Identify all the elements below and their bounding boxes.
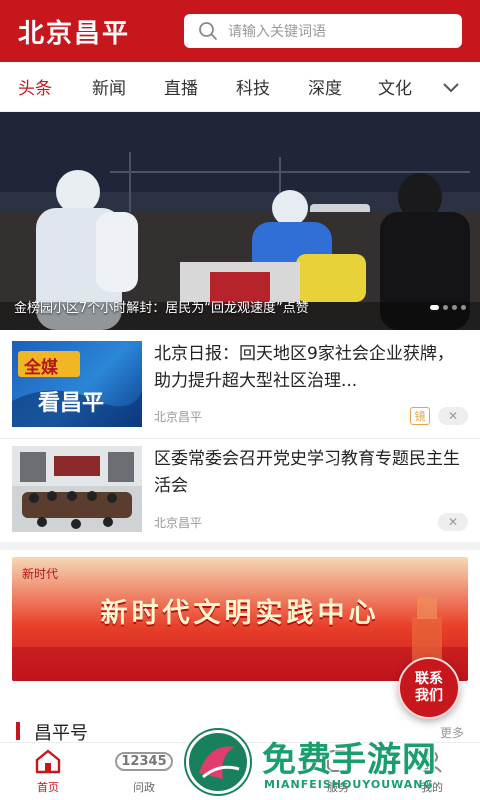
news-item[interactable]: 全媒 看昌平 北京日报：回天地区9家社会企业获牌，助力提升超大型社区治理... …	[0, 341, 480, 431]
hotline-12345-icon: 12345	[115, 747, 173, 775]
promo-title: 新时代文明实践中心	[100, 598, 380, 629]
home-icon	[33, 747, 63, 775]
news-badge: 镜	[410, 407, 430, 425]
search-placeholder[interactable]: 请输入关键词语	[228, 21, 326, 41]
tab-culture[interactable]: 文化	[378, 74, 412, 99]
tab-tech[interactable]: 科技	[236, 74, 270, 99]
hotline-icon-text: 12345	[115, 751, 173, 771]
tab-headline[interactable]: 头条	[18, 74, 52, 99]
search-icon	[198, 21, 218, 41]
carousel-dot[interactable]	[443, 305, 448, 310]
news-title[interactable]: 北京日报：回天地区9家社会企业获牌，助力提升超大型社区治理...	[154, 341, 466, 395]
channel-tabs: 头条 新闻 直播 科技 深度 文化	[0, 62, 480, 112]
nav-inquiry-label: 问政	[133, 781, 155, 794]
dismiss-button[interactable]: ✕	[438, 513, 468, 531]
carousel-indicator	[430, 305, 466, 310]
nav-inquiry[interactable]: 12345 问政	[108, 747, 180, 795]
carousel-dot[interactable]	[430, 305, 439, 310]
section-divider	[0, 542, 480, 550]
news-source: 北京昌平	[154, 516, 203, 530]
news-thumbnail: 全媒 看昌平	[12, 341, 142, 427]
news-title[interactable]: 区委常委会召开党史学习教育专题民主生活会	[154, 446, 466, 500]
banner-caption: 金榜园小区7个小时解封：居民为“回龙观速度”点赞	[14, 301, 309, 316]
close-icon: ✕	[447, 409, 459, 423]
tab-live[interactable]: 直播	[164, 74, 198, 99]
contact-line1: 联系	[415, 671, 443, 687]
carousel-dot[interactable]	[452, 305, 457, 310]
divider	[0, 438, 480, 439]
section-accent-bar	[16, 722, 20, 740]
watermark: 免费手游网 MIANFEISHOUYOUWANG	[180, 726, 480, 800]
close-icon: ✕	[447, 515, 459, 529]
promo-seal: 新时代	[22, 567, 59, 581]
carousel-dot[interactable]	[461, 305, 466, 310]
tab-news[interactable]: 新闻	[92, 74, 126, 99]
watermark-subtitle: MIANFEISHOUYOUWANG	[264, 778, 434, 791]
news-thumbnail-graphic	[12, 446, 142, 529]
watermark-logo-icon	[186, 730, 250, 794]
nav-home[interactable]: 首页	[12, 747, 84, 795]
news-source: 北京昌平	[154, 410, 203, 424]
watermark-title: 免费手游网	[262, 740, 437, 780]
nav-home-label: 首页	[37, 781, 59, 794]
search-box[interactable]: 请输入关键词语	[184, 14, 462, 48]
news-thumbnail	[12, 446, 142, 532]
headline-banner[interactable]: 金榜园小区7个小时解封：居民为“回龙观速度”点赞	[0, 112, 480, 330]
chevron-down-icon[interactable]	[440, 76, 462, 98]
contact-us-button[interactable]: 联系 我们	[398, 657, 460, 719]
tab-depth[interactable]: 深度	[308, 74, 342, 99]
dismiss-button[interactable]: ✕	[438, 407, 468, 425]
promo-banner[interactable]: 新时代 新时代文明实践中心	[12, 557, 468, 681]
thumbnail-text-bottom: 看昌平	[38, 391, 105, 416]
thumbnail-text-top: 全媒	[24, 358, 58, 378]
app-logo: 北京昌平	[18, 18, 131, 49]
news-item[interactable]: 区委常委会召开党史学习教育专题民主生活会 北京昌平 ✕	[0, 446, 480, 536]
app-header: 北京昌平 请输入关键词语	[0, 0, 480, 62]
contact-line2: 我们	[415, 688, 443, 704]
